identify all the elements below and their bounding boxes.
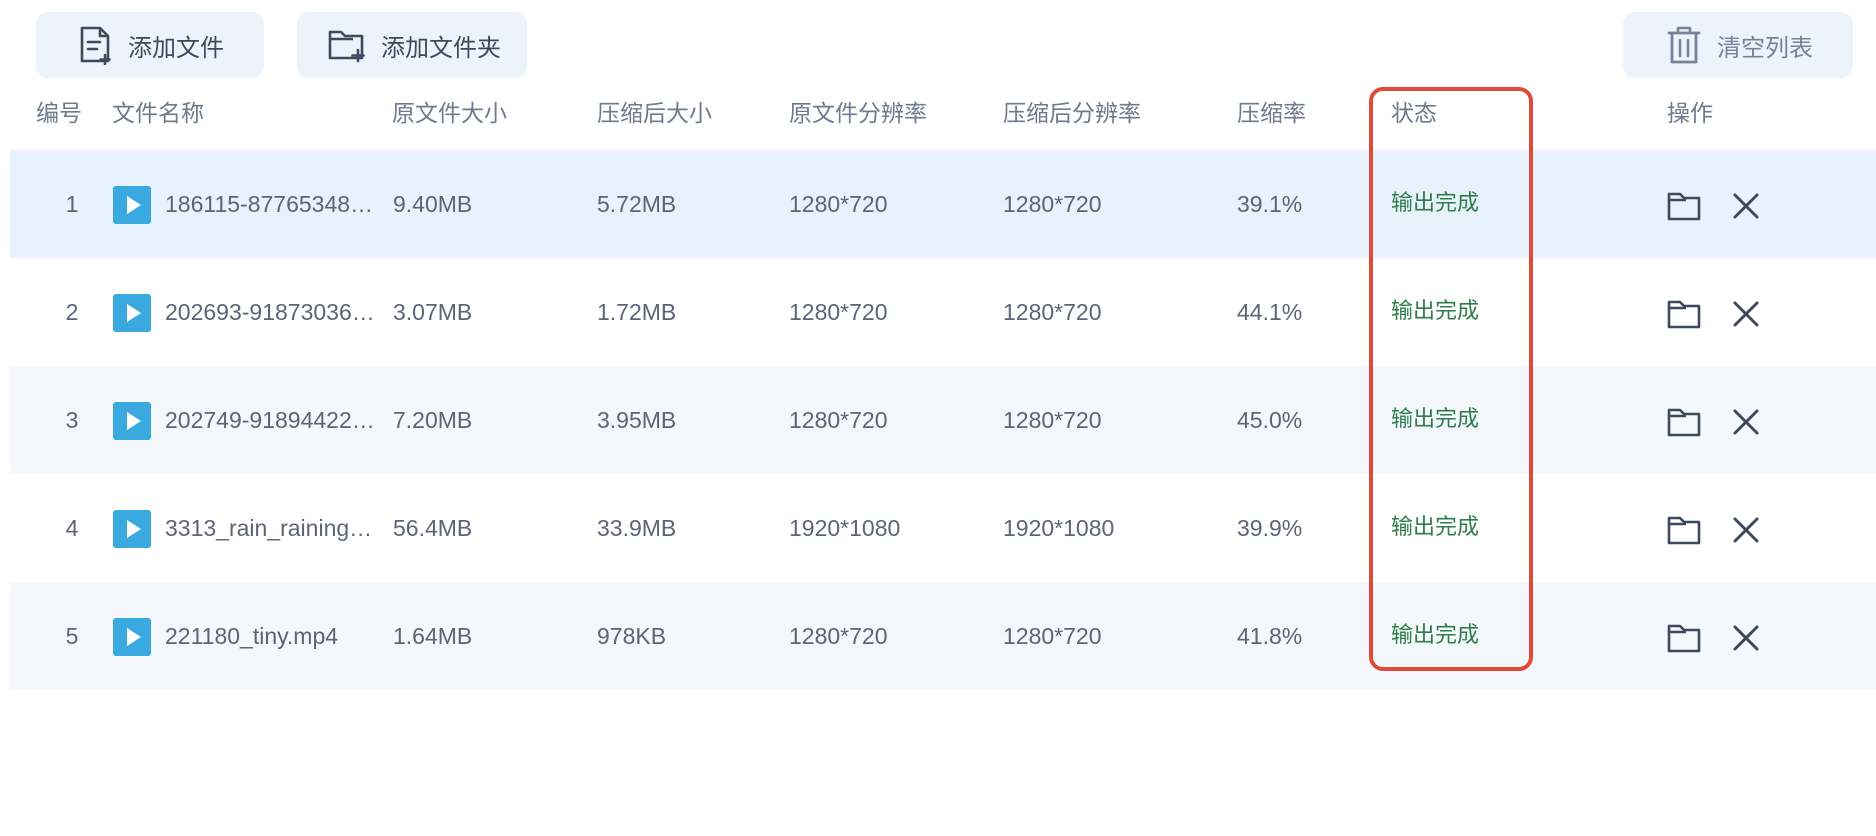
header-orig-size: 原文件大小	[392, 101, 507, 127]
folder-plus-icon	[328, 30, 365, 63]
row-filename: 202693-91873036…	[165, 299, 375, 325]
row-status: 输出完成	[1391, 407, 1480, 432]
row-index: 3	[65, 407, 79, 433]
folder-icon[interactable]	[1664, 186, 1704, 226]
row-index: 4	[65, 515, 79, 541]
row-comp-size: 1.72MB	[597, 299, 677, 325]
close-icon[interactable]	[1726, 402, 1766, 442]
add-file-button[interactable]: 添加文件	[36, 12, 264, 78]
header-comp-size: 压缩后大小	[597, 101, 712, 127]
row-filename: 3313_rain_raining…	[165, 515, 373, 541]
table-row[interactable]: 3 202749-91894422… 7.20MB 3.95MB 1280*72…	[10, 366, 1876, 474]
row-comp-res: 1280*720	[1003, 191, 1102, 217]
table-header: 编号 文件名称 原文件大小 压缩后大小 原文件分辨率 压缩后分辨率 压缩率 状态…	[0, 90, 1876, 150]
row-comp-res: 1280*720	[1003, 299, 1102, 325]
row-orig-res: 1280*720	[789, 407, 888, 433]
play-icon[interactable]	[113, 402, 151, 440]
clear-list-button[interactable]: 清空列表	[1623, 12, 1853, 78]
row-comp-res: 1280*720	[1003, 623, 1102, 649]
row-ratio: 41.8%	[1237, 623, 1303, 649]
table-row[interactable]: 2 202693-91873036… 3.07MB 1.72MB 1280*72…	[10, 258, 1876, 366]
header-actions: 操作	[1667, 101, 1713, 127]
folder-icon[interactable]	[1664, 510, 1704, 550]
header-index: 编号	[36, 101, 82, 127]
row-filename: 202749-91894422…	[165, 407, 375, 433]
row-comp-res: 1920*1080	[1003, 515, 1115, 541]
table-row[interactable]: 4 3313_rain_raining… 56.4MB 33.9MB 1920*…	[10, 474, 1876, 582]
folder-icon[interactable]	[1664, 618, 1704, 658]
row-status: 输出完成	[1391, 299, 1480, 324]
close-icon[interactable]	[1726, 294, 1766, 334]
play-icon[interactable]	[113, 618, 151, 656]
table-row[interactable]: 5 221180_tiny.mp4 1.64MB 978KB 1280*720 …	[10, 582, 1876, 690]
row-comp-size: 3.95MB	[597, 407, 677, 433]
close-icon[interactable]	[1726, 510, 1766, 550]
row-orig-size: 1.64MB	[393, 623, 473, 649]
row-orig-size: 7.20MB	[393, 407, 473, 433]
row-status: 输出完成	[1391, 515, 1480, 540]
header-orig-res: 原文件分辨率	[789, 101, 927, 127]
header-comp-res: 压缩后分辨率	[1003, 101, 1141, 127]
close-icon[interactable]	[1726, 618, 1766, 658]
row-filename: 221180_tiny.mp4	[165, 623, 339, 649]
row-index: 2	[65, 299, 79, 325]
play-icon[interactable]	[113, 186, 151, 224]
folder-icon[interactable]	[1664, 294, 1704, 334]
row-orig-size: 3.07MB	[393, 299, 473, 325]
row-comp-size: 978KB	[597, 623, 667, 649]
row-ratio: 39.9%	[1237, 515, 1303, 541]
row-comp-res: 1280*720	[1003, 407, 1102, 433]
header-filename: 文件名称	[112, 101, 204, 127]
row-orig-res: 1280*720	[789, 191, 888, 217]
trash-icon	[1667, 26, 1701, 64]
row-index: 5	[65, 623, 79, 649]
row-index: 1	[65, 191, 79, 217]
add-folder-button[interactable]: 添加文件夹	[297, 12, 527, 78]
header-status: 状态	[1391, 101, 1437, 127]
row-orig-res: 1280*720	[789, 299, 888, 325]
play-icon[interactable]	[113, 294, 151, 332]
add-file-label: 添加文件	[128, 33, 224, 62]
table-row[interactable]: 1 186115-87765348… 9.40MB 5.72MB 1280*72…	[10, 150, 1876, 258]
video-compress-app: 添加文件 添加文件夹 清空列表 编号 文件名称 原文件大小 压缩后大小 原文件分…	[0, 0, 1876, 836]
add-folder-label: 添加文件夹	[381, 33, 501, 62]
row-orig-size: 56.4MB	[393, 515, 473, 541]
row-comp-size: 5.72MB	[597, 191, 677, 217]
row-orig-res: 1920*1080	[789, 515, 901, 541]
row-ratio: 39.1%	[1237, 191, 1303, 217]
row-orig-size: 9.40MB	[393, 191, 473, 217]
file-plus-icon	[80, 26, 111, 65]
header-ratio: 压缩率	[1237, 101, 1306, 127]
row-status: 输出完成	[1391, 623, 1480, 648]
row-ratio: 45.0%	[1237, 407, 1303, 433]
close-icon[interactable]	[1726, 186, 1766, 226]
clear-list-label: 清空列表	[1717, 33, 1813, 62]
row-comp-size: 33.9MB	[597, 515, 677, 541]
row-filename: 186115-87765348…	[165, 191, 374, 217]
row-status: 输出完成	[1391, 191, 1480, 216]
folder-icon[interactable]	[1664, 402, 1704, 442]
toolbar: 添加文件 添加文件夹 清空列表	[0, 0, 1876, 90]
row-ratio: 44.1%	[1237, 299, 1303, 325]
row-orig-res: 1280*720	[789, 623, 888, 649]
play-icon[interactable]	[113, 510, 151, 548]
